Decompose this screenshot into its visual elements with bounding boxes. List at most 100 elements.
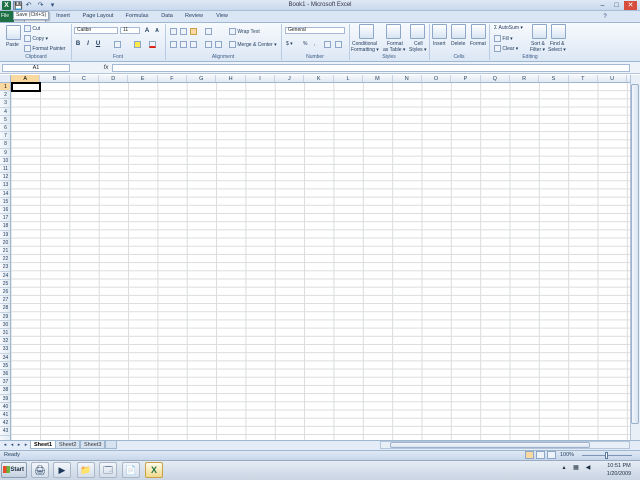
row-header[interactable]: 5 — [0, 116, 10, 124]
tab-file[interactable]: File — [0, 11, 14, 22]
copy-button[interactable]: Copy ▾ — [24, 35, 48, 42]
font-color-icon[interactable] — [149, 41, 156, 48]
insert-sheet-icon[interactable] — [105, 441, 117, 449]
row-header[interactable]: 22 — [0, 255, 10, 264]
page-layout-view-icon[interactable] — [536, 451, 545, 459]
row-header[interactable]: 23 — [0, 263, 10, 272]
active-cell-a1[interactable] — [11, 82, 41, 92]
zoom-slider-thumb[interactable] — [605, 452, 608, 459]
column-header[interactable]: D — [99, 75, 129, 82]
tab-insert[interactable]: Insert — [52, 11, 74, 22]
system-clock[interactable]: 10:51 PM 1/20/2009 — [600, 462, 638, 478]
select-all-corner[interactable] — [0, 75, 11, 83]
accounting-format-button[interactable]: $ ▾ — [286, 41, 293, 47]
row-header[interactable]: 21 — [0, 247, 10, 256]
page-break-preview-icon[interactable] — [547, 451, 556, 459]
increase-decimal-icon[interactable] — [324, 41, 331, 48]
font-size-select[interactable]: 11 — [120, 27, 140, 34]
minimize-button[interactable]: – — [596, 1, 609, 10]
tab-formulas[interactable]: Formulas — [122, 11, 152, 22]
align-middle-icon[interactable] — [180, 28, 187, 35]
row-header[interactable]: 30 — [0, 321, 10, 329]
bold-button[interactable]: B — [74, 40, 82, 48]
row-header[interactable]: 4 — [0, 108, 10, 116]
row-header[interactable]: 42 — [0, 419, 10, 428]
increase-indent-icon[interactable] — [215, 41, 222, 48]
number-format-select[interactable]: General — [285, 27, 345, 34]
delete-cells-icon[interactable] — [451, 24, 466, 39]
column-header[interactable]: Q — [481, 75, 510, 82]
column-header[interactable]: U — [598, 75, 628, 82]
taskbar-media-player-icon[interactable]: ▶ — [53, 462, 71, 478]
column-header[interactable]: K — [305, 75, 334, 82]
format-cells-button[interactable]: Format — [470, 41, 486, 47]
row-header[interactable]: 18 — [0, 222, 10, 231]
tab-view[interactable]: View — [212, 11, 232, 22]
percent-style-button[interactable]: % — [303, 41, 307, 47]
network-icon[interactable]: ▦ — [572, 464, 580, 472]
format-cells-icon[interactable] — [471, 24, 486, 39]
paste-icon[interactable] — [6, 25, 21, 40]
column-header[interactable]: I — [246, 75, 276, 82]
underline-button[interactable]: U — [94, 40, 102, 48]
row-header[interactable]: 16 — [0, 206, 10, 215]
italic-button[interactable]: I — [84, 40, 92, 48]
column-header[interactable]: E — [128, 75, 158, 82]
align-right-icon[interactable] — [190, 41, 197, 48]
row-header[interactable]: 27 — [0, 296, 10, 305]
taskbar-folder-icon[interactable]: 📁 — [77, 462, 95, 478]
maximize-button[interactable]: □ — [610, 1, 623, 10]
zoom-level[interactable]: 100% — [560, 451, 574, 459]
row-header[interactable]: 25 — [0, 280, 10, 288]
taskbar-document-icon[interactable]: 📄 — [122, 462, 140, 478]
row-header[interactable]: 3 — [0, 99, 10, 108]
autosum-button[interactable]: Σ AutoSum ▾ — [494, 25, 523, 31]
row-header[interactable]: 41 — [0, 411, 10, 420]
format-painter-button[interactable]: Format Painter — [24, 45, 65, 52]
column-header[interactable]: O — [422, 75, 452, 82]
row-header[interactable]: 43 — [0, 427, 10, 436]
row-header[interactable]: 7 — [0, 132, 10, 141]
row-header[interactable]: 34 — [0, 354, 10, 362]
decrease-decimal-icon[interactable] — [335, 41, 342, 48]
column-header[interactable]: J — [275, 75, 305, 82]
row-header[interactable]: 24 — [0, 272, 10, 280]
insert-function-icon[interactable]: fx — [101, 64, 111, 72]
row-header[interactable]: 8 — [0, 140, 10, 149]
column-header[interactable]: H — [216, 75, 246, 82]
orientation-icon[interactable] — [205, 28, 212, 35]
row-header[interactable]: 36 — [0, 370, 10, 379]
sort-filter-icon[interactable] — [532, 24, 547, 39]
align-center-icon[interactable] — [180, 41, 187, 48]
row-header[interactable]: 28 — [0, 304, 10, 313]
vertical-scroll-thumb[interactable] — [631, 84, 639, 424]
tab-page-layout[interactable]: Page Layout — [80, 11, 116, 22]
column-header[interactable]: P — [451, 75, 481, 82]
help-icon[interactable]: ? — [601, 13, 609, 21]
last-sheet-icon[interactable]: ▸ — [23, 441, 29, 449]
clear-button[interactable]: Clear ▾ — [494, 45, 518, 52]
decrease-indent-icon[interactable] — [205, 41, 212, 48]
insert-cells-button[interactable]: Insert — [433, 41, 446, 47]
row-header[interactable]: 33 — [0, 345, 10, 354]
row-header[interactable]: 37 — [0, 378, 10, 387]
formula-input[interactable] — [112, 64, 630, 72]
column-header[interactable]: B — [40, 75, 70, 82]
row-header[interactable]: 19 — [0, 231, 10, 239]
align-bottom-icon[interactable] — [190, 28, 197, 35]
paste-button[interactable]: Paste — [6, 42, 19, 48]
taskbar-window-icon[interactable]: 🗔 — [99, 462, 117, 478]
column-header[interactable]: N — [393, 75, 422, 82]
row-header[interactable]: 20 — [0, 239, 10, 247]
column-header[interactable]: L — [334, 75, 364, 82]
row-header[interactable]: 1 — [0, 83, 10, 92]
taskbar-excel-icon[interactable]: X — [145, 462, 163, 478]
taskbar-printer-icon[interactable]: 🖨 — [31, 462, 49, 478]
column-header[interactable]: T — [569, 75, 598, 82]
comma-style-button[interactable]: , — [314, 41, 315, 47]
tab-review[interactable]: Review — [182, 11, 206, 22]
format-as-table-icon[interactable] — [386, 24, 401, 39]
column-header[interactable]: S — [539, 75, 569, 82]
sheet-tab-sheet1[interactable]: Sheet1 — [30, 441, 57, 449]
row-header[interactable]: 31 — [0, 329, 10, 338]
